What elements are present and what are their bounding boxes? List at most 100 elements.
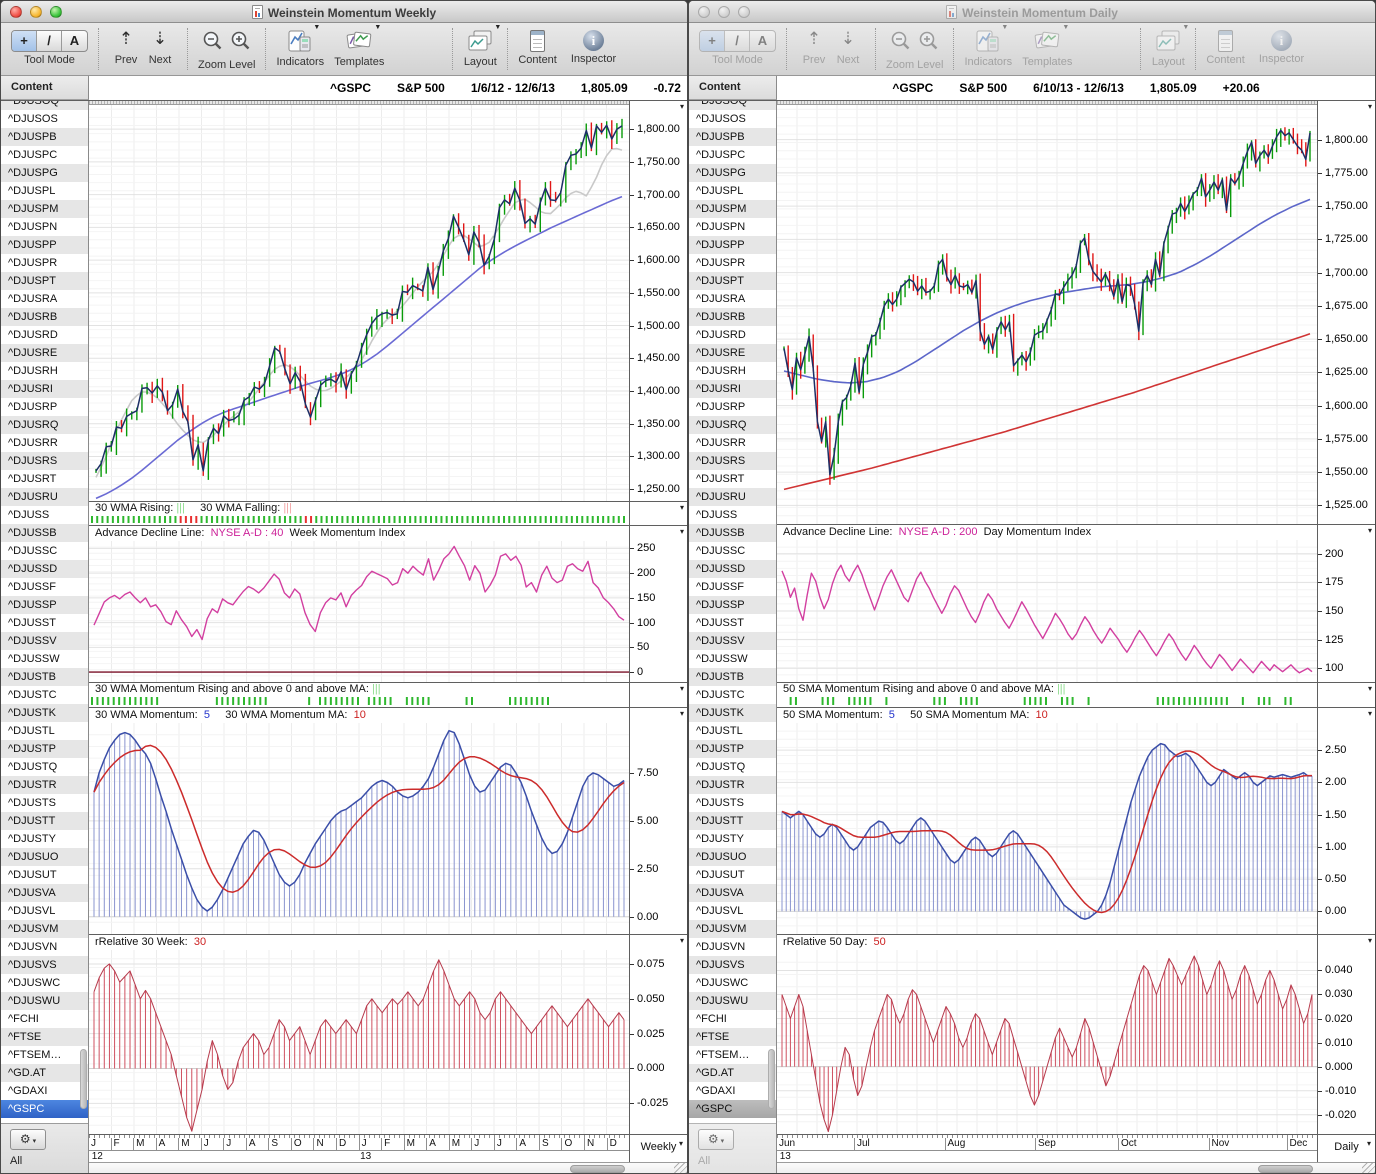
symbol-row[interactable]: ^DJUSS [689,506,776,524]
symbol-row[interactable]: ^DJUSUO [689,848,776,866]
prev-button[interactable]: ⇡ Prev [109,28,143,66]
symbol-row[interactable]: ^DJUSSV [1,632,88,650]
minimize-button[interactable] [30,6,42,18]
symbol-row[interactable]: ^DJUSTS [689,794,776,812]
scrollbar-thumb[interactable] [768,1049,775,1109]
symbol-row[interactable]: ^DJUSPC [689,146,776,164]
symbol-row[interactable]: ^DJUSTY [1,830,88,848]
advance-decline-chart[interactable] [89,541,629,682]
prev-button[interactable]: ⇡ Prev [797,28,831,66]
symbol-row[interactable]: ^DJUSPB [689,128,776,146]
tool-crosshair-button[interactable]: + [12,31,37,51]
symbol-row[interactable]: ^FTSE [689,1028,776,1046]
symbol-row[interactable]: ^GD.AT [1,1064,88,1082]
inspector-button[interactable]: i Inspector [571,28,616,65]
symbol-row[interactable]: ^DJUSRA [689,290,776,308]
symbol-row[interactable]: ^DJUSPR [1,254,88,272]
panel-menu-caret-icon[interactable]: ▾ [680,709,684,718]
scrollbar-thumb[interactable] [80,1049,87,1109]
zoom-window-button[interactable] [738,6,750,18]
symbol-row[interactable]: ^DJUSPG [689,164,776,182]
symbol-row[interactable]: ^DJUSTL [1,722,88,740]
close-button[interactable] [10,6,22,18]
symbol-row[interactable]: ^DJUSPB [1,128,88,146]
symbol-row[interactable]: ^GSPC [689,1100,776,1118]
symbol-row[interactable]: ^DJUSTL [689,722,776,740]
symbol-row[interactable]: ^DJUSOQ [1,101,88,110]
symbol-row[interactable]: ^DJUSPL [689,182,776,200]
sidebar-scrollbar[interactable] [767,101,776,1123]
symbol-row[interactable]: ^DJUSOQ [689,101,776,110]
symbol-row[interactable]: ^GDAXI [1,1082,88,1100]
tool-text-button[interactable]: A [62,31,87,51]
period-selector[interactable]: Daily ▾ [1317,1135,1375,1162]
layout-button[interactable]: ▼ Layout [463,24,502,68]
panel-menu-caret-icon[interactable]: ▾ [1368,936,1372,945]
symbol-row[interactable]: ^DJUSWC [1,974,88,992]
symbol-row[interactable]: ^DJUSSF [1,578,88,596]
zoom-in-button[interactable] [230,30,252,57]
symbol-row[interactable]: ^DJUSPM [1,200,88,218]
symbol-row[interactable]: ^DJUSRR [1,434,88,452]
symbol-row[interactable]: ^DJUSTC [689,686,776,704]
tool-trendline-button[interactable]: / [37,31,62,51]
symbol-row[interactable]: ^DJUSRD [689,326,776,344]
action-menu-button[interactable]: ⚙ ▾ [698,1129,734,1150]
sidebar-scrollbar[interactable] [79,101,88,1123]
symbol-row[interactable]: ^DJUSSC [689,542,776,560]
panel-menu-caret-icon[interactable]: ▾ [680,503,684,512]
tool-text-button[interactable]: A [750,31,775,51]
symbol-row[interactable]: ^DJUSRP [689,398,776,416]
symbol-row[interactable]: ^FTSE [1,1028,88,1046]
relative-strength-axis[interactable]: ▾ 0.040 0.030 0.020 0.010 0.000 -0.010 -0.020 [1317,935,1375,1134]
tool-mode-segmented[interactable]: + / A [11,30,88,52]
titlebar[interactable]: Weinstein Momentum Weekly [1,1,687,23]
content-button[interactable]: Content [1206,28,1245,66]
symbol-row[interactable]: ^DJUSPP [1,236,88,254]
symbol-row[interactable]: ^DJUSPP [689,236,776,254]
symbol-row[interactable]: ^DJUSSP [1,596,88,614]
symbol-row[interactable]: ^DJUSTY [689,830,776,848]
symbol-row[interactable]: ^DJUSRU [1,488,88,506]
resize-grip[interactable] [1362,1163,1375,1173]
symbol-row[interactable]: ^DJUSTC [1,686,88,704]
momentum-chart[interactable] [89,723,629,934]
symbol-row[interactable]: ^DJUSTS [1,794,88,812]
advance-decline-chart[interactable] [777,540,1317,682]
symbol-row[interactable]: ^DJUSVL [1,902,88,920]
symbol-row[interactable]: ^DJUSPL [1,182,88,200]
symbol-row[interactable]: ^GSPC [1,1100,88,1118]
symbol-row[interactable]: ^DJUSPT [689,272,776,290]
symbol-row[interactable]: ^DJUSPT [1,272,88,290]
chart-scroll-strip[interactable] [777,101,1317,105]
symbol-row[interactable]: ^FCHI [689,1010,776,1028]
symbol-row[interactable]: ^DJUSRH [1,362,88,380]
symbol-row[interactable]: ^DJUSRE [1,344,88,362]
symbol-row[interactable]: ^DJUSPM [689,200,776,218]
symbol-row[interactable]: ^DJUSRS [689,452,776,470]
symbol-row[interactable]: ^DJUSTT [1,812,88,830]
layout-button[interactable]: ▼ Layout [1151,24,1190,68]
horizontal-scrollbar[interactable] [777,1162,1375,1173]
symbol-row[interactable]: ^DJUSPR [689,254,776,272]
tool-mode-segmented[interactable]: + / A [699,30,776,52]
content-button[interactable]: Content [518,28,557,66]
symbol-row[interactable]: ^DJUSWC [689,974,776,992]
action-menu-button[interactable]: ⚙ ▾ [10,1129,46,1150]
zoom-in-button[interactable] [918,30,940,57]
symbol-row[interactable]: ^FTSEM… [1,1046,88,1064]
symbol-row[interactable]: ^DJUSVS [1,956,88,974]
symbol-row[interactable]: ^DJUSSV [689,632,776,650]
symbol-row[interactable]: ^DJUSST [1,614,88,632]
panel-menu-caret-icon[interactable]: ▾ [680,684,684,693]
next-button[interactable]: ⇣ Next [831,28,865,66]
symbol-row[interactable]: ^DJUSVN [689,938,776,956]
symbol-row[interactable]: ^DJUSSW [689,650,776,668]
chart-scroll-strip[interactable] [89,101,629,105]
symbol-row[interactable]: ^DJUSUT [1,866,88,884]
price-axis[interactable]: ▾ 1,800.00 1,750.00 1,700.00 1,650.00 1,600.0… [629,101,687,501]
content-tab[interactable]: Content [689,76,777,100]
symbol-row[interactable]: ^DJUSRD [1,326,88,344]
symbol-row[interactable]: ^DJUSTB [1,668,88,686]
symbol-row[interactable]: ^DJUSRQ [689,416,776,434]
